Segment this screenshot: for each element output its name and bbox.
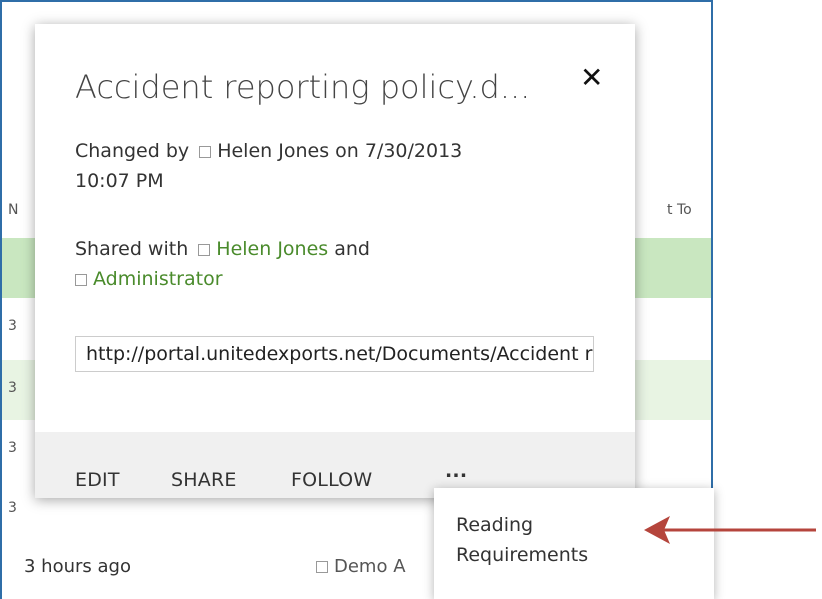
row-edge-text: 3 bbox=[8, 440, 17, 456]
row-edge-text: 3 bbox=[8, 380, 17, 396]
column-header-assigned-to[interactable]: t To bbox=[667, 202, 692, 218]
shared-with-info: Shared with Helen Jones and Administrato… bbox=[75, 234, 370, 294]
row-edge-text: 3 bbox=[8, 318, 17, 334]
document-url-field[interactable]: http://portal.unitedexports.net/Document… bbox=[75, 336, 594, 372]
shared-with-label: Shared with bbox=[75, 238, 189, 260]
more-options-icon[interactable]: ... bbox=[445, 460, 467, 482]
changed-by-info: Changed by Helen Jones on 7/30/2013 10:0… bbox=[75, 136, 462, 196]
changed-by-label: Changed by bbox=[75, 140, 190, 162]
annotation-arrow-icon bbox=[644, 516, 816, 544]
share-button[interactable]: SHARE bbox=[171, 469, 237, 491]
edit-button[interactable]: EDIT bbox=[75, 469, 120, 491]
changed-by-user[interactable]: Helen Jones bbox=[217, 140, 329, 162]
callout-title: Accident reporting policy.d... bbox=[75, 68, 531, 106]
presence-icon bbox=[199, 146, 212, 158]
shared-user-link[interactable]: Helen Jones bbox=[216, 238, 328, 260]
column-header-modified[interactable]: N bbox=[8, 202, 18, 218]
presence-icon bbox=[316, 561, 328, 573]
presence-icon bbox=[75, 274, 87, 286]
close-icon[interactable]: ✕ bbox=[580, 64, 603, 92]
owner-name[interactable]: Demo A bbox=[334, 556, 406, 577]
shared-and-text: and bbox=[334, 238, 370, 260]
menu-item-reading-requirements[interactable]: Reading Requirements bbox=[456, 510, 636, 570]
changed-time: 10:07 PM bbox=[75, 170, 164, 192]
changed-on-date: on 7/30/2013 bbox=[335, 140, 463, 162]
owner-cell: Demo A bbox=[316, 556, 406, 577]
shared-user-link[interactable]: Administrator bbox=[93, 268, 223, 290]
document-callout: Accident reporting policy.d... ✕ Changed… bbox=[35, 24, 635, 498]
modified-time: 3 hours ago bbox=[24, 556, 131, 577]
presence-icon bbox=[198, 244, 211, 256]
row-edge-text: 3 bbox=[8, 500, 17, 516]
callout-body: Accident reporting policy.d... ✕ Changed… bbox=[35, 24, 635, 498]
follow-button[interactable]: FOLLOW bbox=[291, 469, 372, 491]
